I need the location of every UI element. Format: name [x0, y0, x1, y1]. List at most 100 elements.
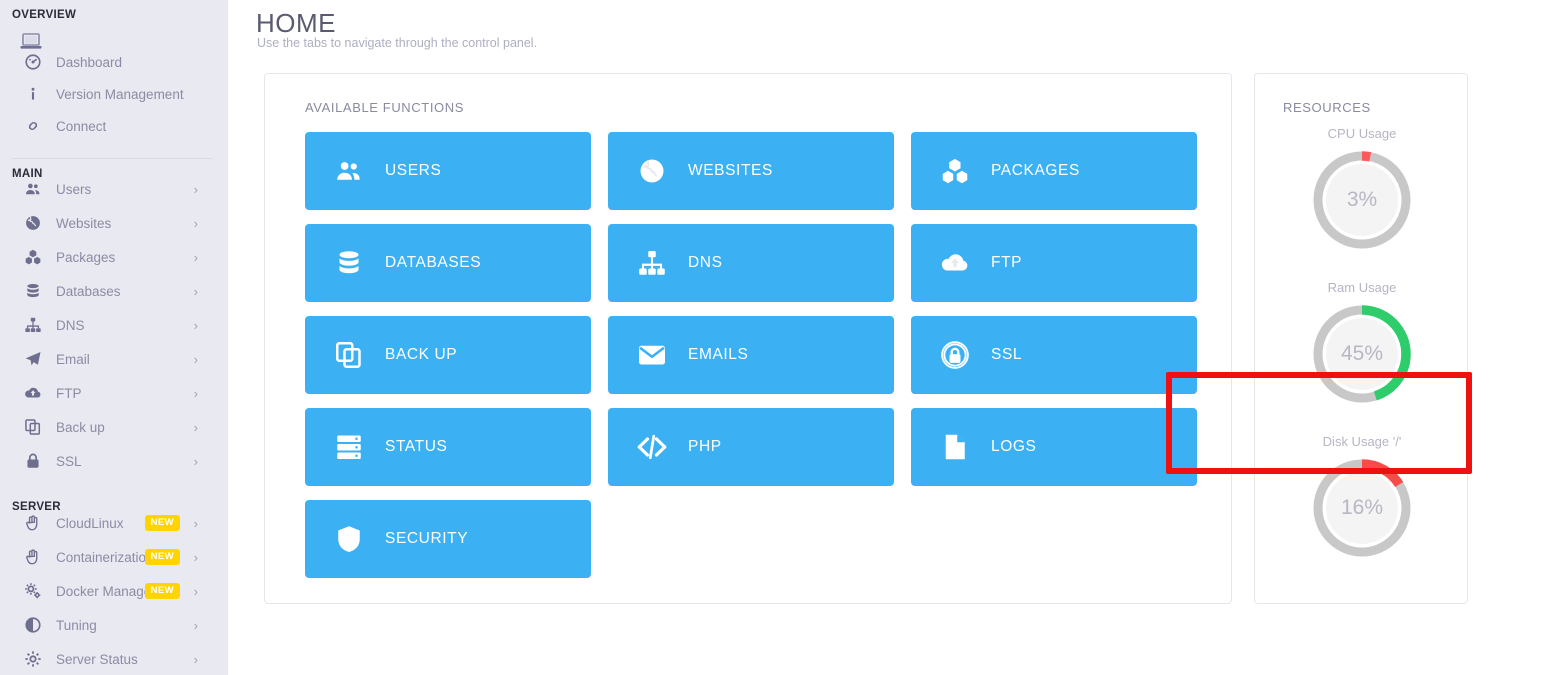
sidebar-item-label: Containerization: [56, 549, 154, 565]
sidebar-item-users[interactable]: Users ›: [0, 173, 228, 205]
sidebar-item-label: CloudLinux: [56, 515, 124, 531]
function-tile-emails[interactable]: EMAILS: [608, 316, 894, 394]
sidebar-item-version-management[interactable]: Version Management: [0, 78, 228, 110]
globe-icon: [18, 214, 48, 232]
app-root: OVERVIEW MAIN SERVER Dashboard Version Ma…: [0, 0, 1562, 675]
sidebar-item-dashboard[interactable]: Dashboard: [0, 46, 228, 78]
function-tile-users[interactable]: USERS: [305, 132, 591, 210]
function-tile-status[interactable]: STATUS: [305, 408, 591, 486]
gauge-cpu-usage: CPU Usage 3%: [1255, 126, 1469, 254]
globe-icon: [630, 156, 674, 186]
resources-card: RESOURCES CPU Usage 3% Ram Usage 45% Disk Us…: [1254, 73, 1468, 604]
function-tile-label: DNS: [688, 254, 723, 271]
chevron-right-icon: ›: [193, 549, 198, 565]
copy-icon: [327, 340, 371, 370]
sidebar-item-ftp[interactable]: FTP ›: [0, 377, 228, 409]
chevron-right-icon: ›: [193, 617, 198, 633]
function-tile-label: SECURITY: [385, 530, 469, 547]
chevron-right-icon: ›: [193, 215, 198, 231]
server-icon: [327, 432, 371, 462]
chevron-right-icon: ›: [193, 351, 198, 367]
chevron-right-icon: ›: [193, 385, 198, 401]
sidebar-item-email[interactable]: Email ›: [0, 343, 228, 375]
gauge-value: 45%: [1340, 342, 1384, 365]
sidebar-item-label: Version Management: [56, 86, 184, 102]
gauge-disk-usage-: Disk Usage '/' 16%: [1255, 434, 1469, 562]
gauge-ram-usage: Ram Usage 45%: [1255, 280, 1469, 408]
function-tile-php[interactable]: PHP: [608, 408, 894, 486]
function-tile-logs[interactable]: LOGS: [911, 408, 1197, 486]
function-tile-label: LOGS: [991, 438, 1037, 455]
users-icon: [18, 180, 48, 198]
sidebar-item-websites[interactable]: Websites ›: [0, 207, 228, 239]
sidebar-item-connect[interactable]: Connect: [0, 110, 228, 142]
gauge-title: CPU Usage: [1327, 126, 1397, 141]
sidebar-item-label: Tuning: [56, 617, 97, 633]
contrast-icon: [18, 616, 48, 634]
function-tiles-grid: USERS WEBSITES PACKAGES DATABASES DNS FTP BACK…: [305, 132, 1197, 578]
gauge-title: Ram Usage: [1327, 280, 1397, 295]
sidebar-item-label: DNS: [56, 317, 85, 333]
hand-icon: [18, 548, 48, 566]
gauge-title: Disk Usage '/': [1322, 434, 1402, 449]
chevron-right-icon: ›: [193, 249, 198, 265]
function-tile-label: STATUS: [385, 438, 448, 455]
function-tile-ftp[interactable]: FTP: [911, 224, 1197, 302]
function-tile-packages[interactable]: PACKAGES: [911, 132, 1197, 210]
gauge-icon: [18, 53, 48, 71]
sidebar-item-label: FTP: [56, 385, 82, 401]
new-badge: NEW: [144, 515, 180, 531]
chevron-right-icon: ›: [193, 651, 198, 667]
function-tile-websites[interactable]: WEBSITES: [608, 132, 894, 210]
sidebar-item-tuning[interactable]: Tuning ›: [0, 609, 228, 641]
page-subtitle: Use the tabs to navigate through the con…: [257, 36, 538, 50]
chevron-right-icon: ›: [193, 583, 198, 599]
function-tile-label: DATABASES: [385, 254, 482, 271]
available-functions-heading: AVAILABLE FUNCTIONS: [305, 100, 465, 115]
sidebar-item-packages[interactable]: Packages ›: [0, 241, 228, 273]
users-icon: [327, 156, 371, 186]
available-functions-card: AVAILABLE FUNCTIONS USERS WEBSITES PACKAGE…: [264, 73, 1472, 604]
main-content: HOME Use the tabs to navigate through th…: [228, 0, 1562, 675]
sidebar-item-label: Users: [56, 181, 92, 197]
chevron-right-icon: ›: [193, 317, 198, 333]
function-tile-back-up[interactable]: BACK UP: [305, 316, 591, 394]
sidebar-item-databases[interactable]: Databases ›: [0, 275, 228, 307]
sidebar-item-cloudlinux[interactable]: CloudLinux NEW ›: [0, 507, 228, 539]
chevron-right-icon: ›: [193, 283, 198, 299]
sidebar-item-dns[interactable]: DNS ›: [0, 309, 228, 341]
paper-plane-icon: [18, 350, 48, 368]
function-tile-dns[interactable]: DNS: [608, 224, 894, 302]
cog-icon: [18, 650, 48, 668]
info-icon: [18, 85, 48, 103]
cloud-upload-icon: [933, 248, 977, 278]
envelope-icon: [630, 340, 674, 370]
gauge-ring: 45%: [1308, 300, 1416, 408]
chevron-right-icon: ›: [193, 453, 198, 469]
sitemap-icon: [630, 248, 674, 278]
function-tile-label: BACK UP: [385, 346, 458, 363]
code-icon: [630, 432, 674, 462]
function-tile-label: WEBSITES: [688, 162, 773, 179]
gauge-ring: 16%: [1308, 454, 1416, 562]
sidebar-item-ssl[interactable]: SSL ›: [0, 445, 228, 477]
sidebar-item-server-status[interactable]: Server Status ›: [0, 643, 228, 675]
resources-heading: RESOURCES: [1283, 100, 1371, 115]
packages-icon: [18, 248, 48, 266]
function-tile-label: USERS: [385, 162, 442, 179]
function-tile-ssl[interactable]: SSL: [911, 316, 1197, 394]
database-icon: [18, 282, 48, 300]
cogs-icon: [18, 582, 48, 600]
sidebar-item-label: Connect: [56, 118, 107, 134]
function-tile-databases[interactable]: DATABASES: [305, 224, 591, 302]
file-icon: [933, 432, 977, 462]
gauge-value: 3%: [1346, 188, 1378, 211]
sidebar-item-back-up[interactable]: Back up ›: [0, 411, 228, 443]
function-tile-label: PHP: [688, 438, 722, 455]
sidebar-item-docker-manager[interactable]: Docker Manager NEW ›: [0, 575, 228, 607]
sidebar-item-label: Dashboard: [56, 54, 123, 70]
function-tile-security[interactable]: SECURITY: [305, 500, 591, 578]
sidebar-item-containerization[interactable]: Containerization NEW ›: [0, 541, 228, 573]
sidebar-divider: [12, 158, 212, 159]
function-tile-label: PACKAGES: [991, 162, 1080, 179]
